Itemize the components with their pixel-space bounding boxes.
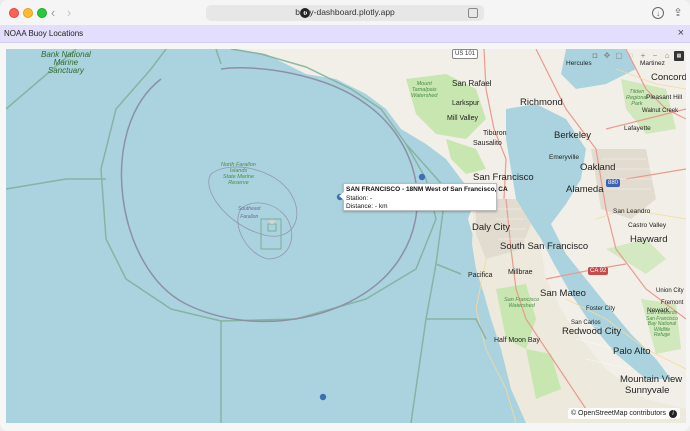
reader-view-icon[interactable] [468, 8, 478, 18]
url-text: buoy-dashboard.plotly.app [295, 7, 395, 17]
city-label: Emeryville [549, 154, 579, 161]
tooltip-title: SAN FRANCISCO - 18NM West of San Francis… [346, 186, 508, 193]
map-label-refuge: Don Edwards San Francisco Bay National W… [646, 310, 678, 338]
tooltip-station: Station: - [346, 194, 373, 202]
city-label: Alameda [566, 184, 604, 195]
city-label: Oakland [580, 162, 616, 173]
tooltip-distance: Distance: - km [346, 203, 388, 210]
map-label-southeast: Southeast Farallon [238, 206, 261, 220]
city-label: Mountain View [620, 374, 683, 385]
browser-toolbar: ‹ › buoy-dashboard.plotly.app ↓ ⇪ [0, 0, 690, 26]
city-label: San Carlos [571, 320, 601, 326]
info-icon[interactable]: i [669, 409, 677, 418]
forward-arrow-icon[interactable]: › [61, 5, 77, 21]
city-label: San Rafael [452, 79, 492, 88]
city-label: San Francisco [473, 172, 534, 183]
reset-icon[interactable]: ⌂ [662, 51, 672, 61]
share-icon[interactable]: ⇪ [671, 6, 685, 20]
map-view[interactable]: Bank National Marine Sanctuary North Far… [6, 49, 686, 423]
buoy-marker[interactable] [418, 173, 426, 181]
map-modebar: ◘ ✥ ▢ ◌ + − ⌂ ▦ [590, 51, 684, 61]
city-label: San Leandro [613, 208, 651, 215]
city-label: Daly City [472, 222, 511, 233]
map-canvas [6, 49, 686, 423]
city-label: Sunnyvale [625, 385, 670, 396]
map-label-sf-watershed: San Francisco Watershed [504, 297, 540, 309]
city-label: Half Moon Bay [494, 337, 540, 344]
city-label: Berkeley [554, 130, 591, 141]
city-label: Concord [651, 72, 686, 83]
city-label: Mill Valley [447, 115, 478, 122]
plotly-logo-icon[interactable]: ▦ [674, 51, 684, 61]
camera-icon[interactable]: ◘ [590, 51, 600, 61]
close-icon[interactable]: × [678, 27, 684, 39]
city-label: San Mateo [540, 288, 586, 299]
download-icon[interactable]: ↓ [652, 7, 664, 19]
city-label: Sausalito [473, 140, 502, 147]
pan-icon[interactable]: ✥ [602, 51, 612, 61]
map-label-sanctuary: Bank National Marine Sanctuary [41, 50, 91, 75]
map-attribution: © OpenStreetMap contributors i [567, 408, 680, 419]
browser-window: ‹ › buoy-dashboard.plotly.app ↓ ⇪ NOAA B… [0, 0, 690, 431]
city-label: Castro Valley [628, 222, 667, 229]
zoom-out-icon[interactable]: − [650, 51, 660, 61]
city-label: Richmond [520, 97, 563, 108]
city-label: Pacifica [468, 272, 493, 279]
address-bar[interactable]: buoy-dashboard.plotly.app [206, 5, 484, 21]
city-label: South San Francisco [500, 241, 589, 252]
map-label-mount-tam: Mount Tamalpais Watershed [411, 81, 438, 99]
city-label: Walnut Creek [642, 108, 679, 114]
zoom-in-icon[interactable]: + [638, 51, 648, 61]
buoy-marker[interactable] [319, 393, 327, 401]
map-label-tilden: Tilden Regional Park [626, 89, 648, 107]
minimize-window-button[interactable] [23, 8, 33, 18]
ca92-shield: CA 92 [588, 267, 609, 275]
city-label: Foster City [586, 306, 616, 312]
city-label: Hayward [630, 234, 668, 245]
back-arrow-icon[interactable]: ‹ [45, 5, 61, 21]
us101-shield: US 101 [452, 49, 479, 59]
city-label: Millbrae [508, 269, 533, 276]
city-label: Pleasant Hill [646, 94, 683, 101]
city-label: Union City [656, 288, 684, 294]
city-label: Palo Alto [613, 346, 651, 357]
city-label: Redwood City [562, 326, 622, 337]
city-label: Fremont [661, 300, 684, 306]
select-icon[interactable]: ▢ [614, 51, 624, 61]
lasso-icon[interactable]: ◌ [626, 51, 636, 61]
notification-banner: NOAA Buoy Locations × [0, 26, 690, 43]
banner-title: NOAA Buoy Locations [4, 29, 84, 38]
attribution-text[interactable]: © OpenStreetMap contributors [571, 409, 666, 418]
buoy-tooltip: SAN FRANCISCO - 18NM West of San Francis… [339, 183, 508, 211]
city-label: Larkspur [452, 100, 480, 107]
i880-shield: 880 [606, 179, 621, 187]
city-label: Lafayette [624, 125, 651, 132]
close-window-button[interactable] [9, 8, 19, 18]
city-label: Hercules [566, 60, 592, 67]
map-label-farallon: North Farallon Islands State Marine Rese… [221, 162, 256, 186]
city-label: Tiburon [483, 130, 507, 137]
